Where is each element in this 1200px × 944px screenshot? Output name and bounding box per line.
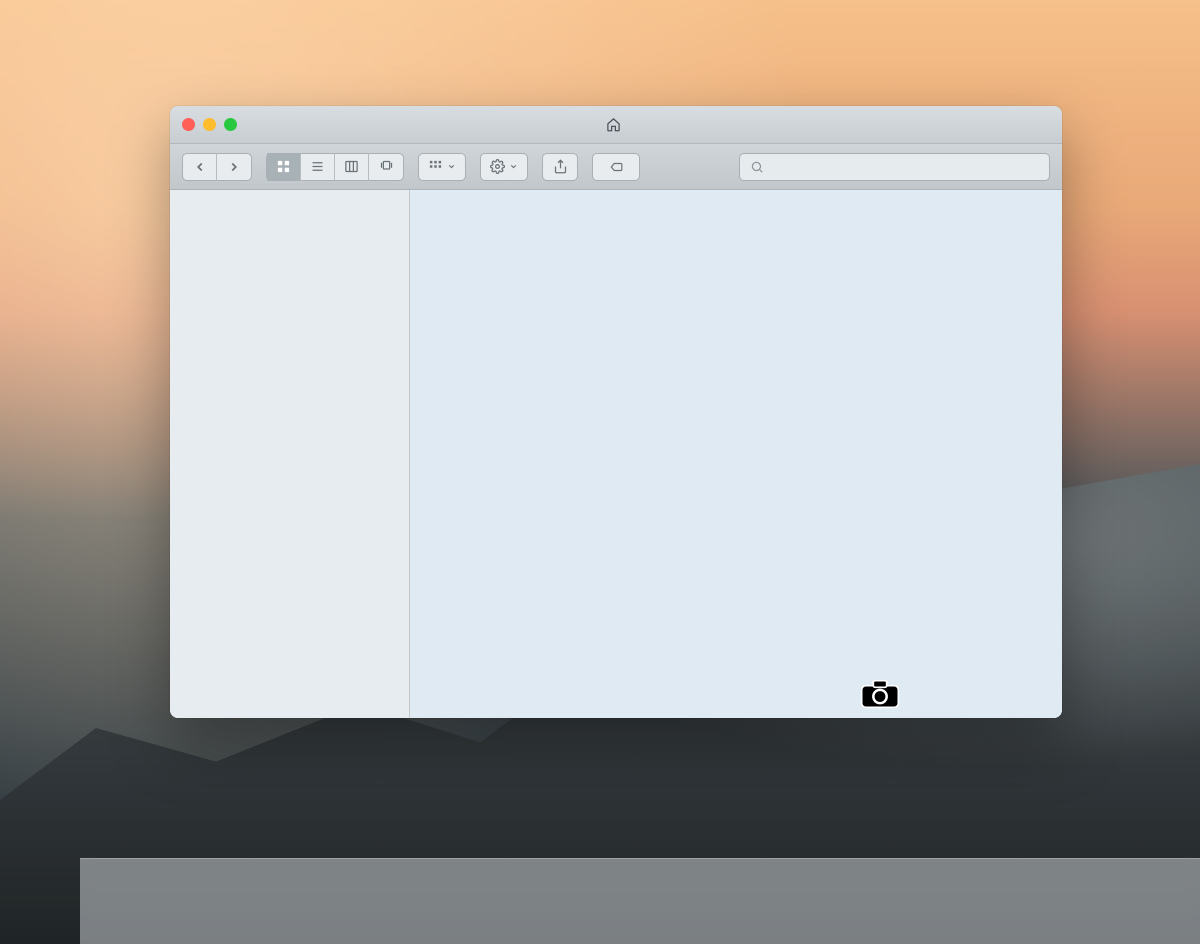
coverflow-view-button[interactable] — [369, 153, 403, 181]
search-icon — [750, 160, 764, 174]
toolbar — [170, 144, 1062, 190]
close-button[interactable] — [182, 118, 195, 131]
chevron-left-icon — [193, 160, 207, 174]
columns-icon — [344, 159, 359, 174]
back-button[interactable] — [183, 153, 217, 181]
column-view-button[interactable] — [335, 153, 369, 181]
window-body — [170, 190, 1062, 718]
list-view-button[interactable] — [301, 153, 335, 181]
sidebar — [170, 190, 410, 718]
forward-button[interactable] — [217, 153, 251, 181]
share-icon — [553, 159, 568, 174]
titlebar[interactable] — [170, 106, 1062, 144]
content-area[interactable] — [410, 190, 1062, 718]
tags-header — [170, 218, 409, 228]
gear-icon — [490, 159, 505, 174]
home-icon — [606, 117, 621, 132]
tag-icon — [607, 160, 625, 174]
screenshot-camera-cursor — [860, 679, 900, 709]
zoom-button[interactable] — [224, 118, 237, 131]
window-controls — [182, 118, 237, 131]
arrange-menu[interactable] — [418, 153, 466, 181]
minimize-button[interactable] — [203, 118, 216, 131]
share-button[interactable] — [542, 153, 578, 181]
nav-buttons — [182, 153, 252, 181]
arrange-icon — [428, 159, 443, 174]
dock — [80, 858, 1200, 944]
finder-window — [170, 106, 1062, 718]
chevron-down-icon — [509, 162, 518, 171]
coverflow-icon — [379, 159, 394, 174]
action-menu[interactable] — [480, 153, 528, 181]
view-mode-segment — [266, 153, 404, 181]
window-title — [606, 117, 627, 132]
icon-view-button[interactable] — [267, 153, 301, 181]
list-icon — [310, 159, 325, 174]
desktop-wallpaper — [0, 0, 1200, 944]
grid-icon — [276, 159, 291, 174]
chevron-right-icon — [227, 160, 241, 174]
search-field[interactable] — [739, 153, 1050, 181]
tags-button[interactable] — [592, 153, 640, 181]
chevron-down-icon — [447, 162, 456, 171]
favorites-header — [170, 200, 409, 210]
